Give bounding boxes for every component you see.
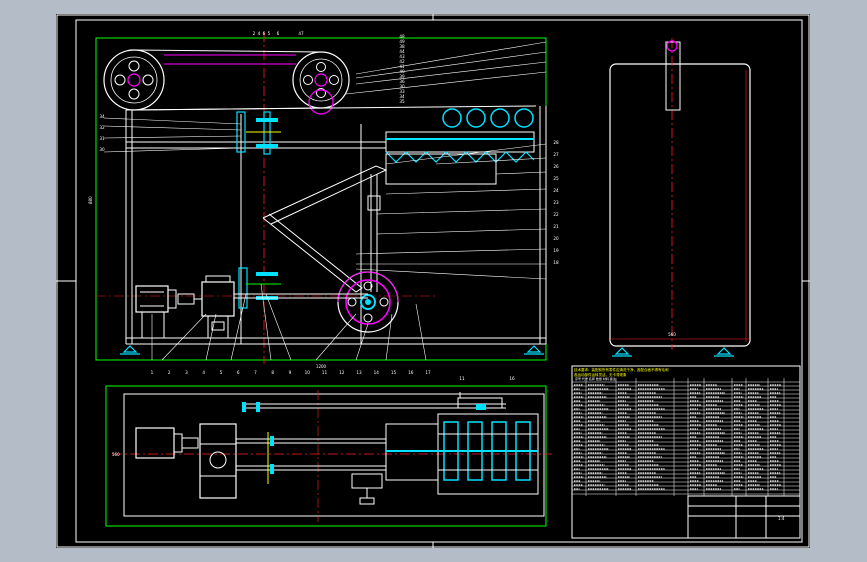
balloon-label: 16	[509, 376, 515, 381]
left-belt-pulley	[103, 49, 165, 111]
balloon-label: 5	[268, 31, 271, 36]
side-width-dimension: 560	[668, 332, 676, 337]
roller-box	[385, 108, 535, 185]
plan-bracket	[351, 473, 383, 505]
balloon-label: 9	[289, 370, 292, 375]
overall-width-dimension: 1200	[316, 364, 327, 369]
plan-base	[123, 393, 545, 517]
bom-table	[572, 378, 800, 496]
balloon-label: 1	[151, 370, 154, 375]
balloon-label: 34	[99, 114, 105, 119]
balloon-label: 23	[553, 200, 559, 205]
plan-view[interactable]: 560 11 16	[105, 376, 552, 527]
balloon-label: 13	[356, 370, 362, 375]
balloon-label: 2	[253, 31, 256, 36]
bill-of-materials[interactable]: 技术要求：装配前所有零件应清洗干净，各配合面不得有毛刺 各运动部件运转灵活，无卡…	[571, 365, 801, 539]
balloon-label: 25	[553, 176, 559, 181]
balloon-label: 27	[553, 152, 559, 157]
zone-marks	[56, 14, 810, 548]
balloon-label: 31	[99, 136, 105, 141]
gear-reducer	[201, 275, 235, 339]
balloon-label: 12	[339, 370, 345, 375]
technical-notes-line-1: 技术要求：装配前所有零件应清洗干净，各配合面不得有毛刺	[574, 367, 669, 372]
balloon-labels-plan: 11 16	[459, 376, 515, 381]
leader-lines-bottom	[151, 283, 427, 361]
drive-wheel	[337, 271, 399, 333]
balloon-label: 6	[277, 31, 280, 36]
balloon-label: 7	[254, 370, 257, 375]
balloon-label: 2	[168, 370, 171, 375]
balloon-labels-bottom: 1 2 3 4 5 6 7 8 9 10 11 12 13 14 15 16 17	[151, 370, 431, 375]
electric-motor	[135, 285, 177, 339]
balloon-labels-right: 28 27 26 25 24 23 22 21 20 19 18	[553, 140, 559, 265]
machine-frame	[125, 105, 547, 345]
balloon-label: 32	[99, 125, 105, 130]
balloon-label: 21	[553, 224, 559, 229]
balloon-label: 15	[391, 370, 397, 375]
inner-border	[75, 19, 803, 543]
balloon-label: 28	[553, 140, 559, 145]
title-block: 1:4	[687, 495, 801, 539]
leader-lines-left	[103, 117, 242, 153]
balloon-label: 10	[305, 370, 311, 375]
balloon-label: 11	[322, 370, 328, 375]
balloon-label: 26	[553, 164, 559, 169]
balloon-label: 6	[237, 370, 240, 375]
plan-motor	[135, 427, 199, 459]
balloon-label: 47	[298, 31, 304, 36]
lower-gear-stack	[238, 267, 281, 309]
assembly-drawing: 2 4 6 5 6 474849384443424140393630333435 3432…	[56, 14, 810, 548]
balloon-label: 19	[553, 248, 559, 253]
balloon-label: 5	[220, 370, 223, 375]
coupling	[177, 293, 202, 305]
balloon-label: 6	[263, 31, 266, 36]
balloon-label: 24	[553, 188, 559, 193]
balloon-label: 35	[399, 99, 405, 104]
plan-reducer	[199, 423, 237, 499]
balloon-label: 11	[459, 376, 465, 381]
right-belt-pulley	[292, 51, 350, 115]
balloon-label: 20	[553, 236, 559, 241]
balloon-label: 4	[202, 370, 205, 375]
lever-linkage	[262, 165, 388, 293]
front-view[interactable]: 2 4 6 5 6 474849384443424140393630333435 3432…	[95, 31, 559, 375]
balloon-label: 8	[271, 370, 274, 375]
overall-height-dimension: 880	[88, 196, 93, 204]
side-feet	[612, 347, 734, 357]
bom-header: 序号 代号 名称 数量 材料 备注	[575, 376, 616, 381]
balloon-label: 4	[258, 31, 261, 36]
balloon-label: 3	[185, 370, 188, 375]
balloon-labels-left: 34 32 31 30	[99, 114, 105, 152]
balloon-label: 18	[553, 260, 559, 265]
plan-depth-dimension: 560	[112, 452, 120, 457]
balloon-label: 14	[374, 370, 380, 375]
title-block-scale: 1:4	[778, 516, 785, 521]
balloon-label: 16	[408, 370, 414, 375]
balloon-label: 17	[425, 370, 431, 375]
balloon-label: 30	[99, 147, 105, 152]
outer-border	[56, 14, 810, 548]
balloon-label: 22	[553, 212, 559, 217]
side-top-bracket	[665, 41, 681, 111]
plan-top-gears	[457, 392, 503, 410]
cad-viewport[interactable]: 2 4 6 5 6 47 48 49 38 44 43 42 41 40 39 36 30 33 34 35 34 32…	[0, 0, 867, 562]
leader-lines-right	[345, 41, 547, 280]
drawing-sheet: 2 4 6 5 6 47 48 49 38 44 43 42 41 40 39 36 30 33 34 35 34 32…	[56, 14, 810, 548]
leveling-feet	[120, 345, 544, 355]
side-view[interactable]: 560	[609, 38, 751, 357]
